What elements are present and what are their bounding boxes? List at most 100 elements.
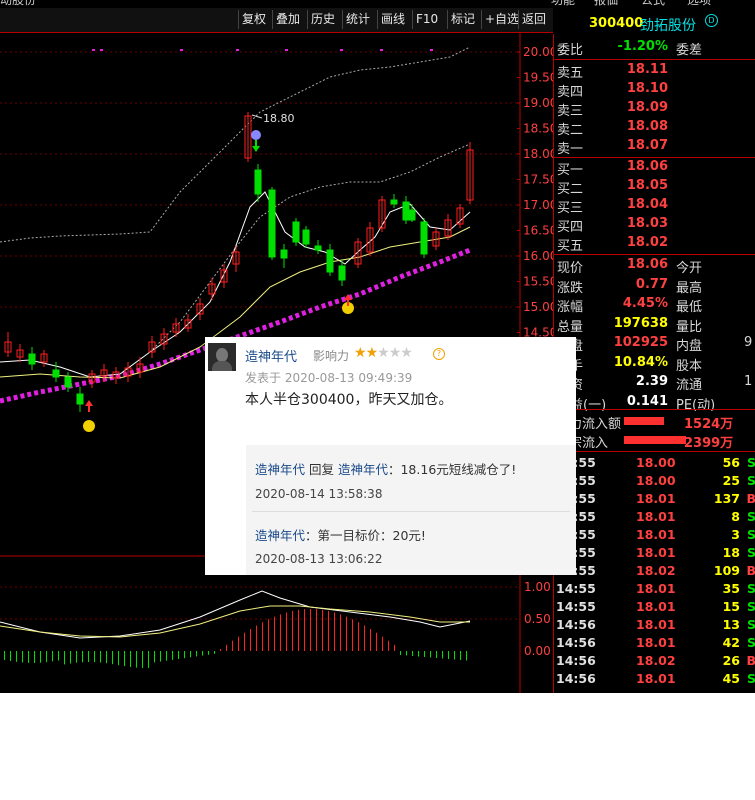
post-time: 发表于 2020-08-13 09:49:39 <box>245 371 413 385</box>
reply-item: 造神年代 回复 造神年代：18.16元短线减仓了! <box>255 459 516 478</box>
ask-price[interactable]: 18.08 <box>627 119 668 134</box>
influence-label: 影响力 <box>313 349 350 363</box>
bid-price[interactable]: 18.06 <box>627 159 668 174</box>
price-tick: 20.00 <box>523 45 553 59</box>
candle-body <box>76 393 84 405</box>
stat-value: 197638 <box>613 315 668 331</box>
tick-time: 14:55 <box>556 581 596 596</box>
macd-bar <box>298 609 299 651</box>
ask-price[interactable]: 18.10 <box>627 81 668 96</box>
candle-body <box>326 249 334 273</box>
ask-price[interactable]: 18.07 <box>627 138 668 153</box>
macd-bar <box>10 651 11 661</box>
tick-row: 14:56 18.01 45 S <box>554 670 755 688</box>
macd-bar <box>238 636 239 651</box>
macd-bar <box>322 609 323 651</box>
macd-bar <box>370 629 371 651</box>
tick-qty: 18 <box>722 545 740 560</box>
star-icon: ★ <box>377 345 390 361</box>
stat-label: 现价 <box>557 261 584 276</box>
tick-price: 18.01 <box>636 617 676 632</box>
bid-price[interactable]: 18.02 <box>627 235 668 250</box>
candle-body <box>254 169 262 195</box>
bid-label: 买二 <box>557 182 584 197</box>
macd-bar <box>202 651 203 656</box>
back-button[interactable]: 返回 <box>518 10 549 29</box>
menu-quote[interactable]: 报価 <box>594 0 618 8</box>
help-icon[interactable]: ? <box>433 348 445 360</box>
macd-bar <box>442 651 443 659</box>
draw-line-button[interactable]: 画线 <box>377 10 408 29</box>
f10-button[interactable]: F10 <box>412 10 441 29</box>
stat-right-label: 今开 <box>676 261 703 276</box>
macd-bar <box>40 651 41 663</box>
smiley-icon <box>83 420 95 432</box>
macd-bar <box>220 649 221 651</box>
reply-author[interactable]: 造神年代 <box>255 528 305 543</box>
reply-divider <box>252 511 570 512</box>
chart-toolbar: 复权 叠加 历史 统计 画线 F10 标记 +自选 返回 <box>0 8 553 33</box>
macd-bar <box>112 651 113 665</box>
macd-tick: 0.00 <box>524 644 551 658</box>
author-name[interactable]: 造神年代 <box>245 346 297 365</box>
menu-formula[interactable]: 公式 <box>641 0 665 8</box>
macd-bar <box>226 644 227 651</box>
menu-function[interactable]: 功能 <box>551 0 575 8</box>
ask-price[interactable]: 18.09 <box>627 100 668 115</box>
candle-body <box>314 245 322 251</box>
mark-button[interactable]: 标记 <box>447 10 478 29</box>
ask-label: 卖三 <box>557 104 584 119</box>
sad-face-icon <box>251 130 261 140</box>
tick-price: 18.02 <box>636 653 676 668</box>
add-watchlist-button[interactable]: +自选 <box>481 10 522 29</box>
macd-bar <box>160 651 161 662</box>
price-tick: 15.50 <box>523 275 553 289</box>
bid-row: 买五 18.02 <box>554 234 755 254</box>
overlay-button[interactable]: 叠加 <box>272 10 303 29</box>
macd-bar <box>196 651 197 657</box>
price-tick: 18.00 <box>523 147 553 161</box>
ask-row: 卖三 18.09 <box>554 99 755 119</box>
candle-body <box>338 265 346 281</box>
bid-row: 买四 18.03 <box>554 215 755 235</box>
tick-row: 14:56 18.01 42 S <box>554 634 755 652</box>
tick-row: 14:5518.01137B <box>554 490 755 508</box>
peak-price-label: 18.80 <box>263 112 295 125</box>
ask-row: 卖二 18.08 <box>554 118 755 138</box>
reply-author[interactable]: 造神年代 <box>255 462 305 477</box>
tick-side: S <box>747 455 755 470</box>
restore-rights-button[interactable]: 复权 <box>238 10 269 29</box>
macd-bar <box>460 651 461 660</box>
candle-body <box>402 201 410 221</box>
stock-name[interactable]: 劲拓股份 <box>640 15 696 35</box>
stats-button[interactable]: 统计 <box>342 10 373 29</box>
macd-bar <box>130 651 131 667</box>
macd-bar <box>292 610 293 651</box>
macd-bar <box>148 651 149 668</box>
stat-right-label: 最低 <box>676 300 703 315</box>
avatar[interactable] <box>208 343 236 371</box>
stat-right-value: 1 <box>744 374 753 389</box>
tick-price: 18.01 <box>636 509 676 524</box>
macd-bar <box>358 622 359 651</box>
weicha-label: 委差 <box>676 43 703 58</box>
macd-bar <box>16 651 17 662</box>
weibi-row: 委比 -1.20% 委差 <box>554 38 755 58</box>
tick-time: 14:56 <box>556 617 596 632</box>
tick-side: S <box>747 581 755 596</box>
reply-target[interactable]: 造神年代 <box>338 462 388 477</box>
signal-dots <box>92 49 433 51</box>
info-icon[interactable]: D <box>705 14 718 27</box>
price-tick: 17.50 <box>523 173 553 187</box>
history-button[interactable]: 历史 <box>307 10 338 29</box>
stat-label: 涨跌 <box>557 280 584 296</box>
bid-price[interactable]: 18.03 <box>627 216 668 231</box>
stat-value: 18.06 <box>626 257 668 272</box>
bid-label: 买五 <box>557 239 584 254</box>
bid-price[interactable]: 18.05 <box>627 178 668 193</box>
menu-options[interactable]: 选项 <box>687 0 711 8</box>
tick-side: S <box>747 635 755 650</box>
ask-price[interactable]: 18.11 <box>627 62 668 77</box>
bid-price[interactable]: 18.04 <box>627 197 668 212</box>
tick-row: 14:5518.0118S <box>554 544 755 562</box>
